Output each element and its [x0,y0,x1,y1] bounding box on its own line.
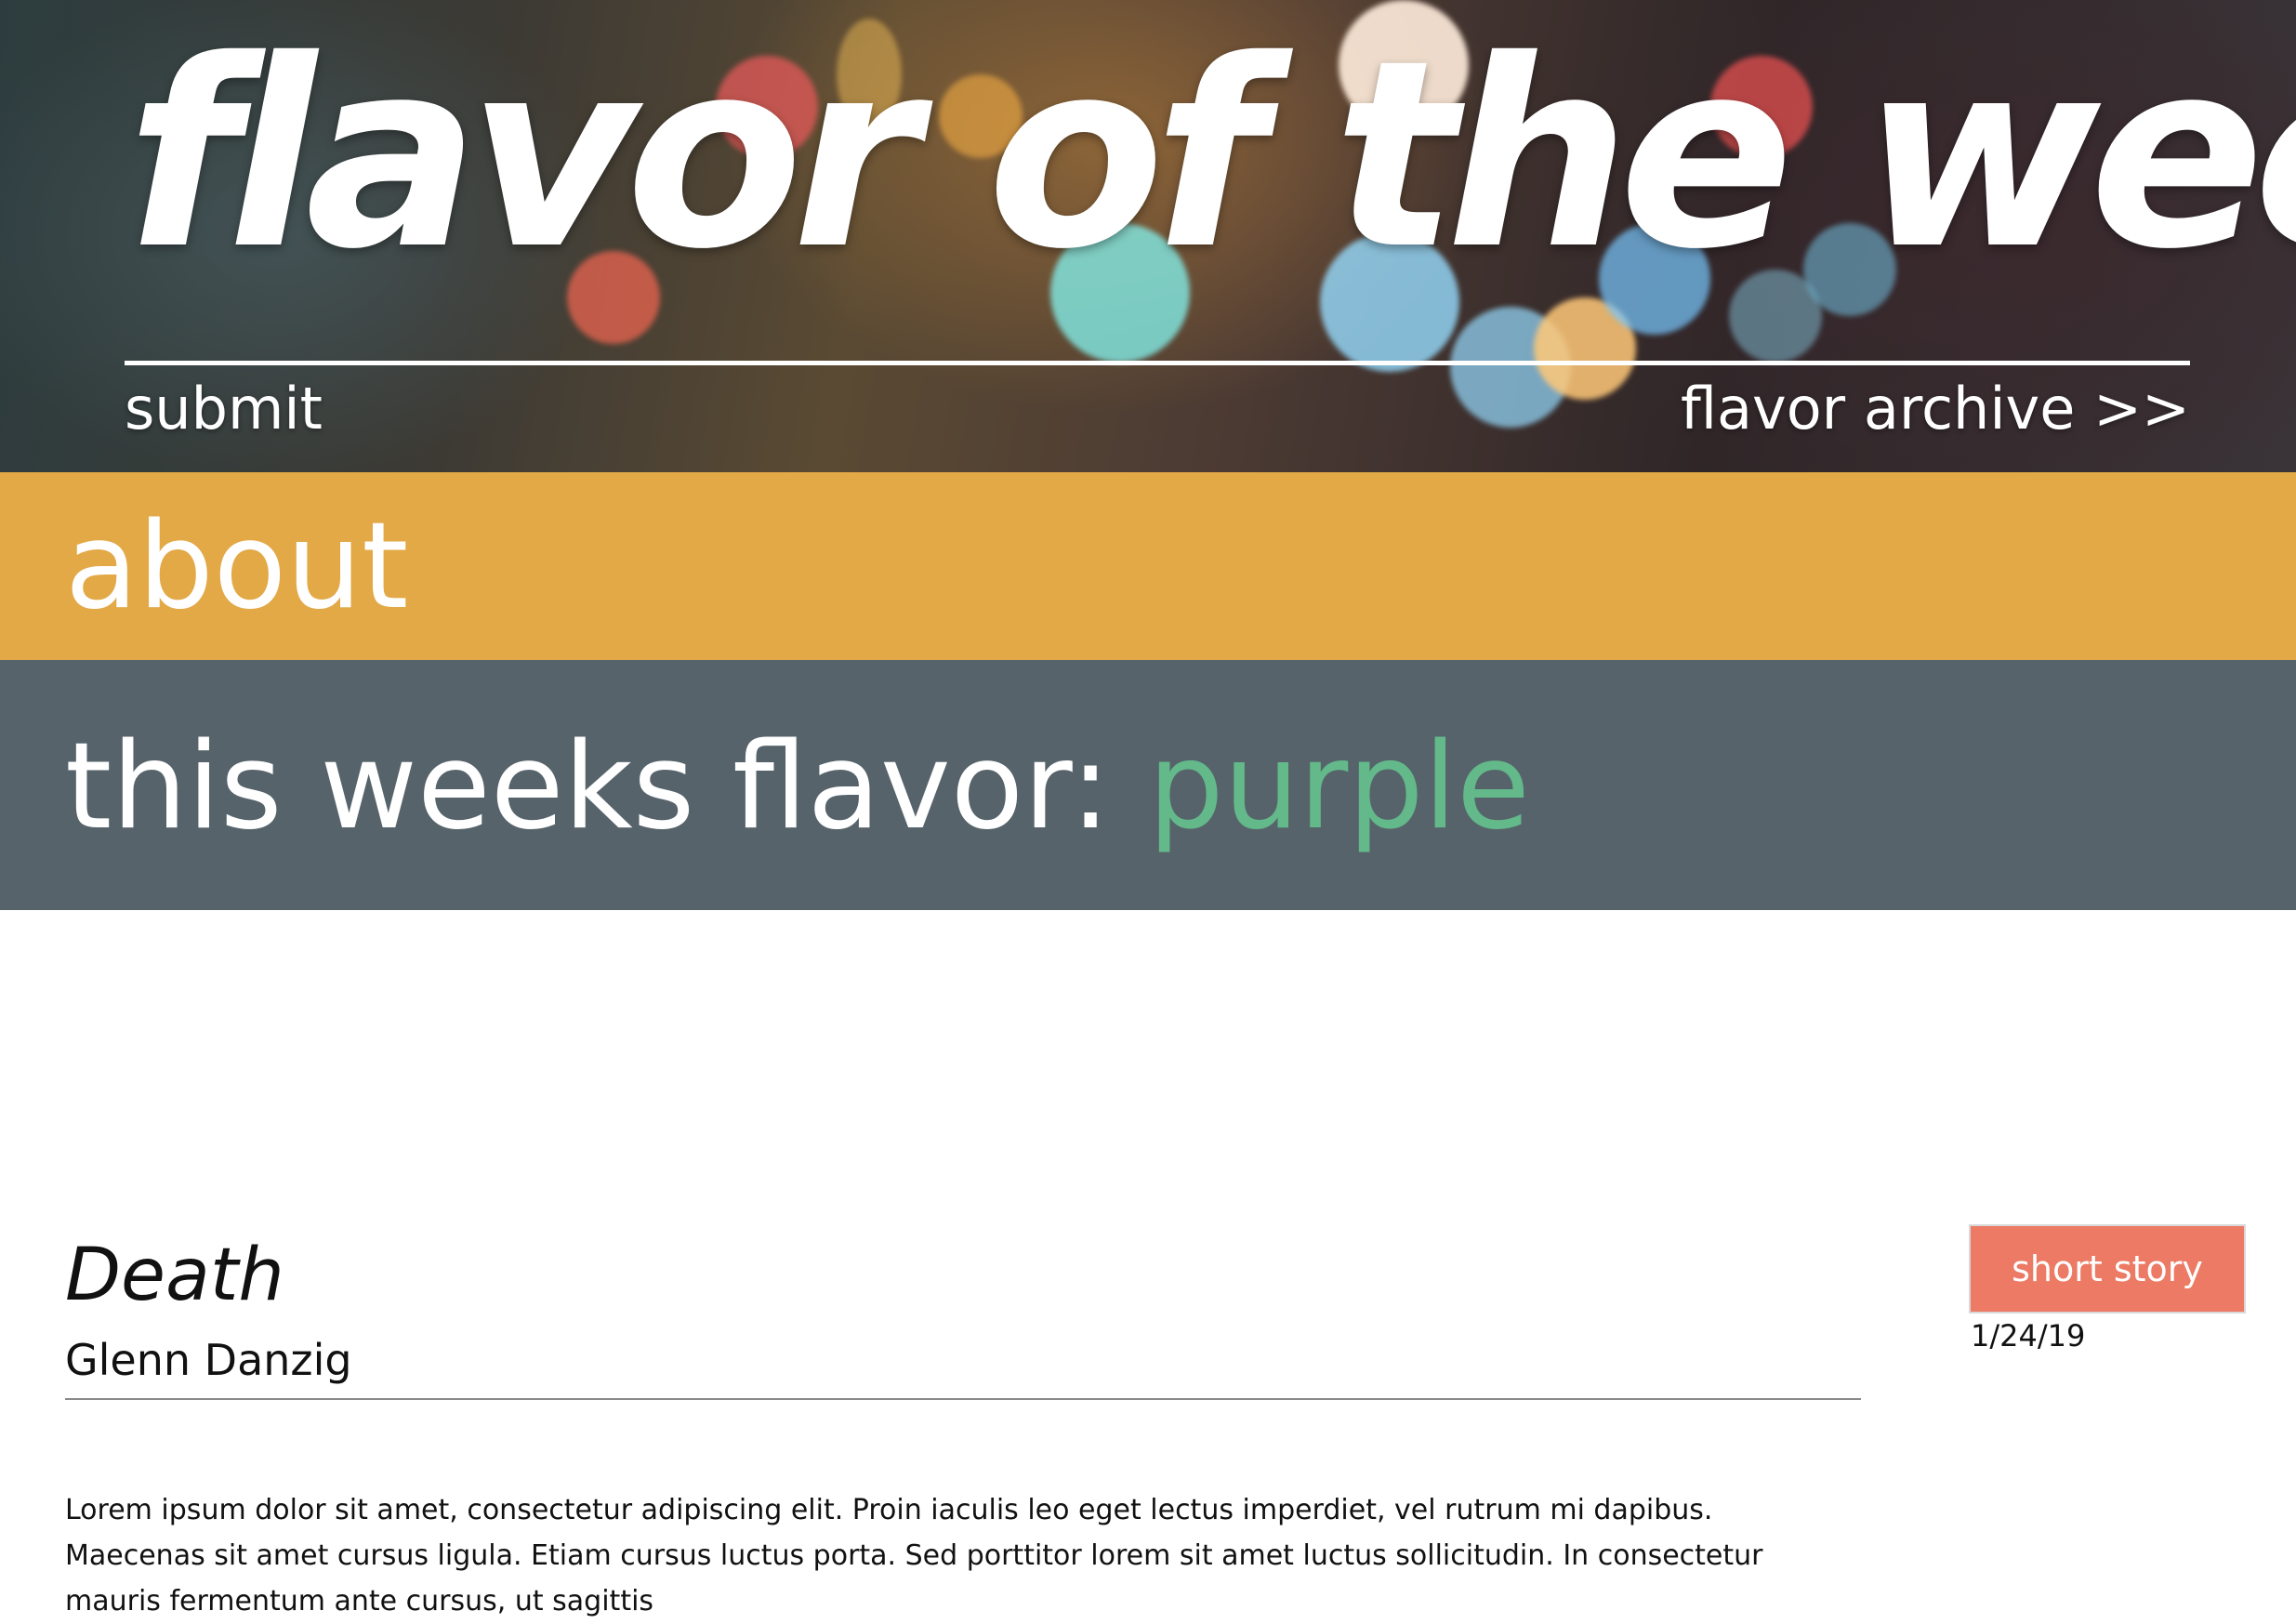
hero-banner: flavor of the week submit flavor archive… [0,0,2296,472]
site-title: flavor of the week [126,5,2296,306]
about-heading[interactable]: about [65,501,408,633]
submit-link[interactable]: submit [125,376,323,441]
category-tag-button[interactable]: short story [1969,1224,2246,1314]
current-flavor-banner: this weeks flavor: purple [0,660,2296,910]
post-date: 1/24/19 [1971,1318,2086,1353]
article-title: Death [65,1234,284,1317]
flavor-prefix: this weeks flavor: [65,718,1149,856]
current-flavor-heading: this weeks flavor: purple [65,716,1530,859]
flavor-name: purple [1148,718,1530,856]
article-body: Lorem ipsum dolor sit amet, consectetur … [65,1494,1763,1617]
flavor-archive-link[interactable]: flavor archive >> [1681,376,2190,441]
article-author: Glenn Danzig [65,1335,352,1385]
about-section: about [0,472,2296,660]
header-divider [125,361,2190,365]
article-divider [65,1398,1861,1400]
